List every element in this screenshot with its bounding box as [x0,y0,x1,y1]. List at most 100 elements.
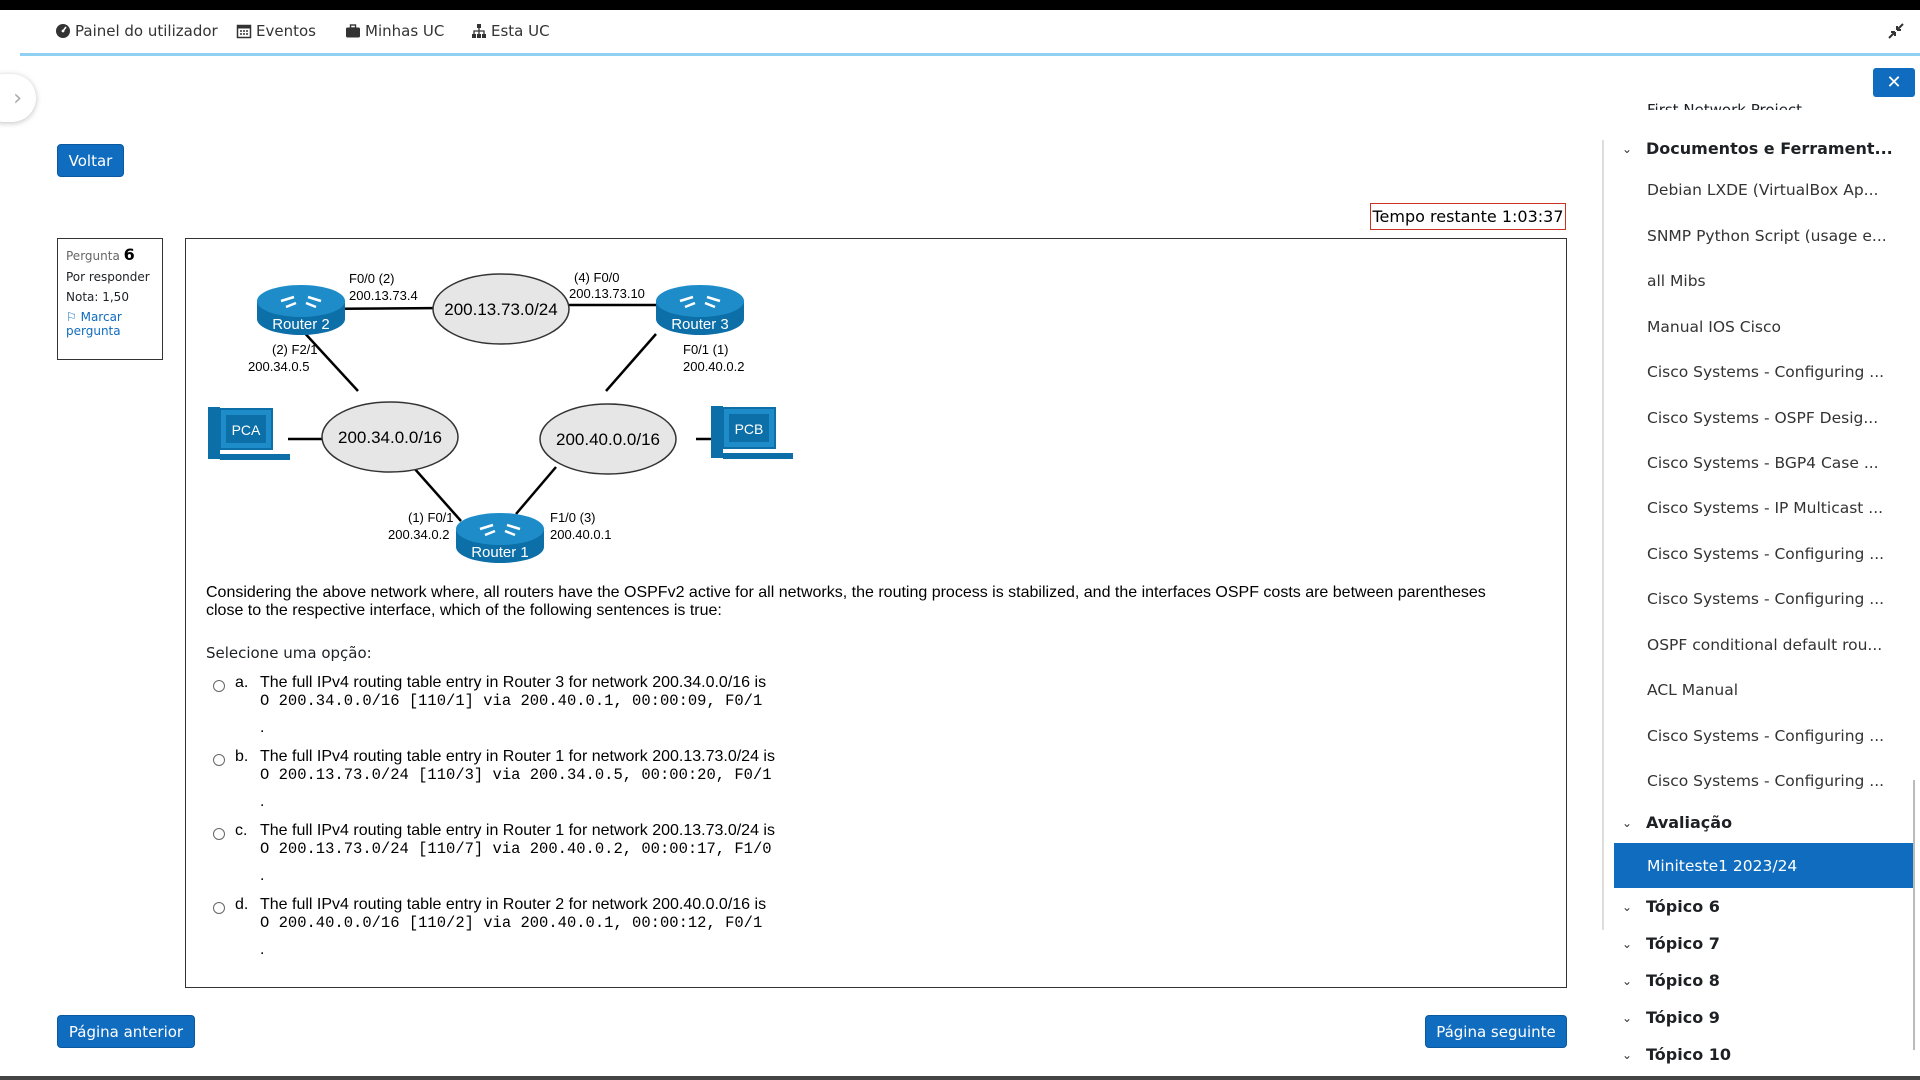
sidebar-item[interactable]: Cisco Systems - Configuring ... [1647,363,1887,381]
collapse-icon[interactable] [1886,21,1906,41]
router-label: Router 3 [671,316,729,333]
next-page-button[interactable]: Página seguinte [1425,1015,1567,1048]
sidebar-item[interactable]: Cisco Systems - IP Multicast ... [1647,499,1887,517]
sidebar-item[interactable]: Debian LXDE (VirtualBox Ap... [1647,181,1887,199]
flag-question-link[interactable]: ⚐ Marcar pergunta [66,310,154,338]
option-tail: . [260,941,265,958]
close-drawer-button[interactable]: ✕ [1873,68,1915,97]
previous-page-button[interactable]: Página anterior [57,1015,195,1048]
sidebar-item-cut[interactable]: First Network Project [1647,98,1802,110]
option-code: O 200.40.0.0/16 [110/2] via 200.40.0.1, … [260,914,763,932]
option-code: O 200.13.73.0/24 [110/3] via 200.34.0.5,… [260,766,772,784]
cloud-200-40: 200.40.0.0/16 [539,403,677,475]
option-code: O 200.13.73.0/24 [110/7] via 200.40.0.2,… [260,840,772,858]
chevron-down-icon: ⌄ [1622,936,1633,951]
iface-ip: 200.13.73.10 [569,286,645,301]
section-label: Tópico 6 [1646,897,1720,916]
iface-label: F1/0 (3) [550,510,596,525]
nav-dashboard-label: Painel do utilizador [75,22,218,40]
section-topic-7[interactable]: ⌄ Tópico 7 [1622,934,1720,953]
pc-a: PCA [208,407,290,460]
drawer-divider [1602,140,1604,930]
option-text: The full IPv4 routing table entry in Rou… [260,748,775,765]
router-1: Router 1 [456,513,544,563]
sidebar-item[interactable]: SNMP Python Script (usage e... [1647,227,1887,245]
window-bottom-bar [0,1076,1920,1080]
sidebar-item[interactable]: ACL Manual [1647,681,1887,699]
quiz-timer: Tempo restante 1:03:37 [1370,203,1566,230]
option-text: The full IPv4 routing table entry in Rou… [260,896,767,913]
nav-dashboard[interactable]: Painel do utilizador [55,22,218,40]
router-label: Router 1 [471,544,529,561]
network-diagram: 200.13.73.0/24 200.34.0.0/16 200.40.0.0/… [208,270,793,563]
option-tail: . [260,719,265,736]
sidebar-item[interactable]: all Mibs [1647,272,1887,290]
iface-ip: 200.34.0.5 [248,359,309,374]
calendar-icon [236,24,252,39]
option-letter: d. [235,896,249,913]
option-letter: a. [235,674,249,691]
iface-label: F0/0 (2) [349,271,395,286]
option-tail: . [260,793,265,810]
sidebar-item[interactable]: Manual IOS Cisco [1647,318,1887,336]
radio-c[interactable] [213,828,225,840]
nav-this-course-label: Esta UC [491,22,550,40]
chevron-down-icon: ⌄ [1622,1047,1633,1062]
question-text: Considering the above network where, all… [206,584,1486,619]
option-letter: b. [235,748,249,765]
chevron-down-icon: ⌄ [1622,973,1633,988]
chevron-down-icon: ⌄ [1622,815,1633,830]
section-topic-6[interactable]: ⌄ Tópico 6 [1622,897,1720,916]
radio-b[interactable] [213,754,225,766]
sidebar-item[interactable]: Cisco Systems - Configuring ... [1647,772,1887,790]
section-evaluation[interactable]: ⌄ Avaliação [1622,813,1732,832]
radio-d[interactable] [213,902,225,914]
section-label: Tópico 7 [1646,934,1720,953]
sidebar-item[interactable]: Cisco Systems - Configuring ... [1647,727,1887,745]
iface-label: (2) F2/1 [272,342,318,357]
sidebar-item[interactable]: Cisco Systems - Configuring ... [1647,545,1887,563]
nav-events-label: Eventos [256,22,316,40]
iface-ip: 200.40.0.1 [550,527,611,542]
question-info: Pergunta 6 Por responder Nota: 1,50 ⚐ Ma… [57,238,163,360]
dashboard-icon [56,24,70,38]
question-box: 200.13.73.0/24 200.34.0.0/16 200.40.0.0/… [185,238,1567,988]
back-button[interactable]: Voltar [57,144,124,177]
section-topic-10[interactable]: ⌄ Tópico 10 [1622,1045,1731,1064]
nav-my-courses[interactable]: Minhas UC [345,22,444,40]
section-topic-8[interactable]: ⌄ Tópico 8 [1622,971,1720,990]
chevron-down-icon: ⌄ [1622,1010,1633,1025]
course-index-toggle[interactable]: › [0,74,36,122]
close-icon: ✕ [1886,72,1902,93]
answer-prompt: Selecione uma opção: [206,644,372,662]
option-text: The full IPv4 routing table entry in Rou… [260,822,775,839]
section-label: Avaliação [1646,813,1733,832]
section-docs[interactable]: ⌄ Documentos e Ferrament... [1622,139,1893,158]
nav-events[interactable]: Eventos [236,22,316,40]
cloud-label: 200.40.0.0/16 [556,430,660,449]
option-code: O 200.34.0.0/16 [110/1] via 200.40.0.1, … [260,692,763,710]
sitemap-icon [472,24,486,38]
drawer-scrollbar[interactable] [1913,780,1915,1050]
chevron-right-icon: › [13,85,22,111]
section-topic-9[interactable]: ⌄ Tópico 9 [1622,1008,1720,1027]
briefcase-icon [346,24,360,38]
sidebar-item[interactable]: Cisco Systems - OSPF Desig... [1647,409,1887,427]
cloud-label: 200.34.0.0/16 [338,428,442,447]
course-index-drawer [1602,60,1920,1080]
radio-a[interactable] [213,680,225,692]
option-letter: c. [235,822,248,839]
question-number: Pergunta 6 [66,245,135,264]
sidebar-item-active[interactable]: Miniteste1 2023/24 [1614,843,1914,888]
iface-ip: 200.40.0.2 [683,359,744,374]
sidebar-item[interactable]: Cisco Systems - Configuring ... [1647,590,1887,608]
nav-this-course[interactable]: Esta UC [471,22,550,40]
question-status: Por responder [66,270,150,284]
chevron-down-icon: ⌄ [1622,899,1633,914]
nav-my-courses-label: Minhas UC [365,22,445,40]
option-text: The full IPv4 routing table entry in Rou… [260,674,767,691]
sidebar-item[interactable]: Cisco Systems - BGP4 Case ... [1647,454,1887,472]
iface-ip: 200.13.73.4 [349,288,418,303]
window-top-bar [0,0,1920,10]
sidebar-item[interactable]: OSPF conditional default rou... [1647,636,1887,654]
